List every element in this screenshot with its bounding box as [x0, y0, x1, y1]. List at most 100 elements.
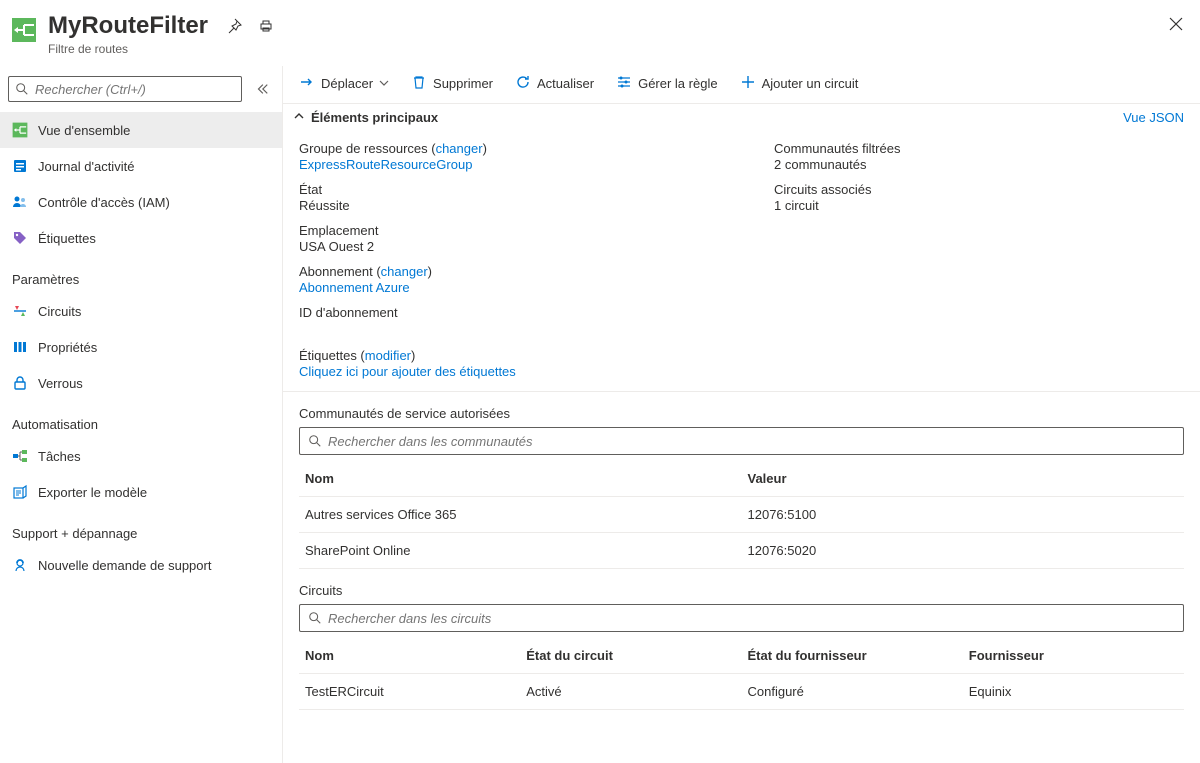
circuits-search-input[interactable]: [328, 611, 1175, 626]
communities-table-header: Nom Valeur: [299, 461, 1184, 497]
add-icon: [740, 74, 756, 93]
search-icon: [15, 82, 29, 96]
sidebar-item-label: Nouvelle demande de support: [38, 558, 211, 573]
refresh-icon: [515, 74, 531, 93]
associated-circuits-value: 1 circuit: [774, 198, 1184, 213]
sidebar-item-overview[interactable]: Vue d'ensemble: [0, 112, 282, 148]
manage-rule-icon: [616, 74, 632, 93]
activity-log-icon: [12, 158, 28, 174]
page-title: MyRouteFilter: [48, 12, 208, 40]
toolbar-label: Gérer la règle: [638, 76, 717, 91]
column-state: État du circuit: [520, 648, 741, 663]
change-subscription-link[interactable]: changer: [381, 264, 428, 279]
tasks-icon: [12, 448, 28, 464]
sidebar-item-label: Tâches: [38, 449, 81, 464]
communities-search-input[interactable]: [328, 434, 1175, 449]
move-button[interactable]: Déplacer: [299, 74, 389, 93]
circuits-section: Circuits Nom État du circuit État du fou…: [283, 569, 1200, 710]
sidebar-item-iam[interactable]: Contrôle d'accès (IAM): [0, 184, 282, 220]
page-subtitle: Filtre de routes: [48, 42, 208, 56]
subscription-id-value: [299, 321, 734, 336]
manage-rule-button[interactable]: Gérer la règle: [616, 74, 717, 93]
essentials-title: Éléments principaux: [311, 110, 1123, 125]
add-circuit-button[interactable]: Ajouter un circuit: [740, 74, 859, 93]
column-name: Nom: [299, 471, 742, 486]
essentials-toggle[interactable]: Éléments principaux Vue JSON: [283, 104, 1200, 131]
sidebar-item-export-template[interactable]: Exporter le modèle: [0, 474, 282, 510]
blade-header: MyRouteFilter Filtre de routes: [0, 0, 1200, 66]
pin-icon[interactable]: [226, 18, 242, 37]
edit-tags-link[interactable]: modifier: [365, 348, 411, 363]
sidebar-search-input[interactable]: [35, 82, 235, 97]
circuits-icon: [12, 303, 28, 319]
toolbar: Déplacer Supprimer Actualiser Gérer la r…: [283, 66, 1200, 104]
search-icon: [308, 434, 322, 448]
essentials-panel: Éléments principaux Vue JSON Groupe de r…: [283, 104, 1200, 392]
circuits-table-header: Nom État du circuit État du fournisseur …: [299, 638, 1184, 674]
main-content: Déplacer Supprimer Actualiser Gérer la r…: [282, 66, 1200, 763]
location-label: Emplacement: [299, 223, 734, 238]
sidebar-item-label: Vue d'ensemble: [38, 123, 130, 138]
print-icon[interactable]: [258, 18, 274, 37]
sidebar-item-label: Journal d'activité: [38, 159, 134, 174]
add-tags-link[interactable]: Cliquez ici pour ajouter des étiquettes: [299, 364, 1184, 379]
delete-button[interactable]: Supprimer: [411, 74, 493, 93]
sidebar-item-label: Contrôle d'accès (IAM): [38, 195, 170, 210]
tags-icon: [12, 230, 28, 246]
circuits-title: Circuits: [299, 583, 1184, 598]
chevron-down-icon: [379, 76, 389, 91]
support-icon: [12, 557, 28, 573]
sidebar-item-tags[interactable]: Étiquettes: [0, 220, 282, 256]
sidebar-section-automation: Automatisation: [0, 401, 282, 438]
filtered-communities-label: Communautés filtrées: [774, 141, 1184, 156]
chevron-up-icon: [293, 110, 305, 125]
community-name: SharePoint Online: [299, 543, 742, 558]
sidebar-item-locks[interactable]: Verrous: [0, 365, 282, 401]
tags-label: Étiquettes (modifier): [299, 348, 1184, 363]
table-row[interactable]: TestERCircuit Activé Configuré Equinix: [299, 674, 1184, 710]
sidebar: Vue d'ensemble Journal d'activité Contrô…: [0, 66, 282, 763]
table-row[interactable]: SharePoint Online 12076:5020: [299, 533, 1184, 569]
search-icon: [308, 611, 322, 625]
column-value: Valeur: [742, 471, 1185, 486]
toolbar-label: Actualiser: [537, 76, 594, 91]
resource-group-value[interactable]: ExpressRouteResourceGroup: [299, 157, 734, 172]
resource-group-label: Groupe de ressources (changer): [299, 141, 734, 156]
column-name: Nom: [299, 648, 520, 663]
delete-icon: [411, 74, 427, 93]
communities-search[interactable]: [299, 427, 1184, 455]
communities-section: Communautés de service autorisées Nom Va…: [283, 392, 1200, 569]
subscription-label: Abonnement (changer): [299, 264, 734, 279]
column-provider-state: État du fournisseur: [742, 648, 963, 663]
circuits-search[interactable]: [299, 604, 1184, 632]
sidebar-item-properties[interactable]: Propriétés: [0, 329, 282, 365]
sidebar-item-tasks[interactable]: Tâches: [0, 438, 282, 474]
sidebar-item-activity-log[interactable]: Journal d'activité: [0, 148, 282, 184]
export-template-icon: [12, 484, 28, 500]
community-value: 12076:5020: [742, 543, 1185, 558]
sidebar-item-label: Exporter le modèle: [38, 485, 147, 500]
close-icon[interactable]: [1168, 16, 1184, 35]
circuit-state: Activé: [520, 684, 741, 699]
state-value: Réussite: [299, 198, 734, 213]
circuit-provider: Equinix: [963, 684, 1184, 699]
table-row[interactable]: Autres services Office 365 12076:5100: [299, 497, 1184, 533]
sidebar-item-label: Verrous: [38, 376, 83, 391]
toolbar-label: Ajouter un circuit: [762, 76, 859, 91]
view-json-link[interactable]: Vue JSON: [1123, 110, 1184, 125]
sidebar-search[interactable]: [8, 76, 242, 102]
column-provider: Fournisseur: [963, 648, 1184, 663]
properties-icon: [12, 339, 28, 355]
change-resource-group-link[interactable]: changer: [436, 141, 483, 156]
refresh-button[interactable]: Actualiser: [515, 74, 594, 93]
sidebar-item-label: Propriétés: [38, 340, 97, 355]
move-icon: [299, 74, 315, 93]
resource-icon: [10, 16, 38, 44]
state-label: État: [299, 182, 734, 197]
collapse-sidebar-icon[interactable]: [250, 77, 274, 101]
sidebar-item-circuits[interactable]: Circuits: [0, 293, 282, 329]
filtered-communities-value: 2 communautés: [774, 157, 1184, 172]
subscription-value[interactable]: Abonnement Azure: [299, 280, 734, 295]
sidebar-item-new-support-request[interactable]: Nouvelle demande de support: [0, 547, 282, 583]
sidebar-section-settings: Paramètres: [0, 256, 282, 293]
